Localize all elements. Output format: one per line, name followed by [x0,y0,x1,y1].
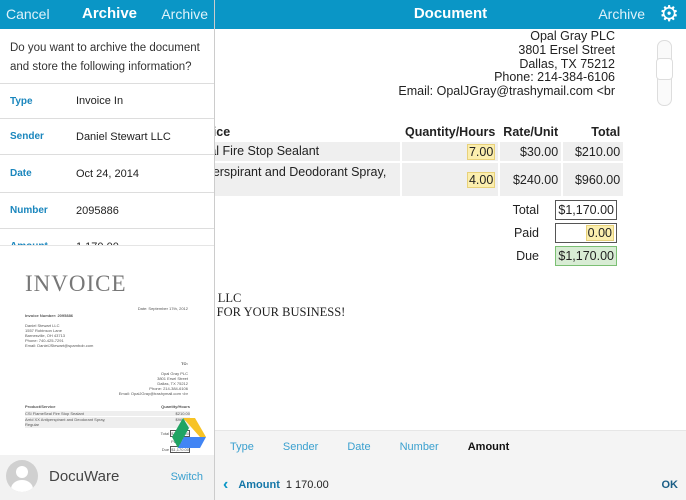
chevron-left-icon[interactable]: ‹ [223,476,228,494]
amount-field-row: ‹ Amount 1 170.00 OK [223,476,678,494]
product-cell: CSI FlameSeal Fire Stop Sealant [25,411,84,416]
ok-button[interactable]: OK [662,479,679,491]
rate-cell: $30.00 [500,142,562,161]
quantity-cell[interactable]: 4.00 [402,163,499,196]
confirm-archive-button[interactable]: Archive [161,6,208,22]
archive-button[interactable]: Archive [598,6,645,22]
tab-number[interactable]: Number [400,441,439,453]
paid-row: Paid 0.00 [479,223,617,243]
thumbnail-invoice-number: Invoice Number: 2095886 [25,313,74,318]
thumbnail-table: Product/Service Quantity/Hours CSI FlameS… [25,404,190,453]
avatar [6,460,38,492]
address-line: 3801 Ersel Street [518,42,615,57]
field-label: Amount [238,479,280,491]
field-value: Daniel Stewart LLC [76,130,171,143]
field-value: 2095886 [76,204,119,217]
column-header: Quantity/Hours [161,404,190,409]
quantity-highlight[interactable]: 4.00 [466,171,496,188]
sender-line: Email: DanielJStewart@spambob.com [25,343,94,348]
cancel-button[interactable]: Cancel [6,6,50,22]
column-header: Total [591,125,621,139]
field-label: Date [10,168,32,179]
field-row-number[interactable]: Number 2095886 [0,193,214,229]
due-label: Due [161,447,170,452]
gear-icon[interactable]: ⚙ [659,3,679,25]
due-row: Due $1,170.00 [479,246,617,266]
address-line: Email: OpalJGray@trashymail.com <br [398,84,615,99]
field-tabs: Type Sender Date Number Amount [230,441,538,453]
quantity-highlight[interactable]: 7.00 [466,143,496,160]
column-header: Quantity/Hours [405,125,496,139]
column-header: Rate/Unit [503,125,559,139]
address-line: Email: OpalJGray@trashymail.com <br [118,391,188,396]
paid-label: Paid [513,226,539,240]
field-label: Number [10,205,48,216]
field-editor-bar: Type Sender Date Number Amount ‹ Amount … [215,430,686,500]
total-cell: $210.00 [175,411,190,416]
address-line: Dallas, TX 75212 [519,56,615,71]
field-label: Type [10,95,33,107]
total-label: Total [512,203,539,217]
slider-thumb[interactable] [656,58,673,80]
address-line: Opal Gray PLC [530,29,615,43]
tab-amount[interactable]: Amount [468,441,510,453]
paid-highlight[interactable]: 0.00 [585,225,614,241]
thumbnail-heading: INVOICE [25,271,127,296]
panel-header: Cancel Archive Archive [0,0,214,29]
thumbnail-sender: Daniel Stewart LLC 1557 Robinson Lane Ba… [25,323,93,348]
archive-question: Do you want to archive the document and … [0,29,214,84]
total-value: $1,170.00 [555,200,617,220]
address-line: Phone: 214-384-6106 [494,70,615,85]
field-value: Invoice In [76,95,124,107]
due-value-selected[interactable]: $1,170.00 [555,246,617,266]
panel-title: Archive [82,5,138,22]
product-cell: Arrid XX Antiperspirant and Deodorant Sp… [25,417,106,427]
zoom-slider[interactable] [656,40,673,106]
paid-value[interactable]: 0.00 [555,223,617,243]
field-label: Sender [10,131,44,142]
tab-type[interactable]: Type [230,441,254,453]
total-cell: $960.00 [563,163,624,196]
thumbnail-address: Opal Gray PLC 3801 Ersel Street Dallas, … [119,371,188,396]
recipient-address: Opal Gray PLC 3801 Ersel Street Dallas, … [398,29,615,99]
account-bar: DocuWare Switch [0,455,214,500]
thumbnail-date: Date: September 17th, 2012 [137,306,188,311]
google-drive-icon[interactable] [172,418,206,448]
field-row-sender[interactable]: Sender Daniel Stewart LLC [0,119,214,155]
field-row-type[interactable]: Type Invoice In [0,84,214,119]
column-header: Product/Service [25,404,56,409]
tab-date[interactable]: Date [347,441,370,453]
quantity-cell[interactable]: 7.00 [402,142,499,161]
total-row: Total $1,170.00 [479,200,617,220]
total-cell: $210.00 [563,142,624,161]
field-row-date[interactable]: Date Oct 24, 2014 [0,155,214,193]
account-name: DocuWare [49,468,120,485]
rate-cell: $240.00 [500,163,562,196]
switch-button[interactable]: Switch [171,471,203,483]
total-label: Total [160,431,170,436]
amount-input[interactable]: 1 170.00 [286,479,329,491]
tab-sender[interactable]: Sender [283,441,318,453]
thumbnail-to: TO: [181,361,188,366]
field-value: Oct 24, 2014 [76,167,139,180]
document-header: Document Archive ⚙ [215,0,686,29]
due-label: Due [516,249,539,263]
